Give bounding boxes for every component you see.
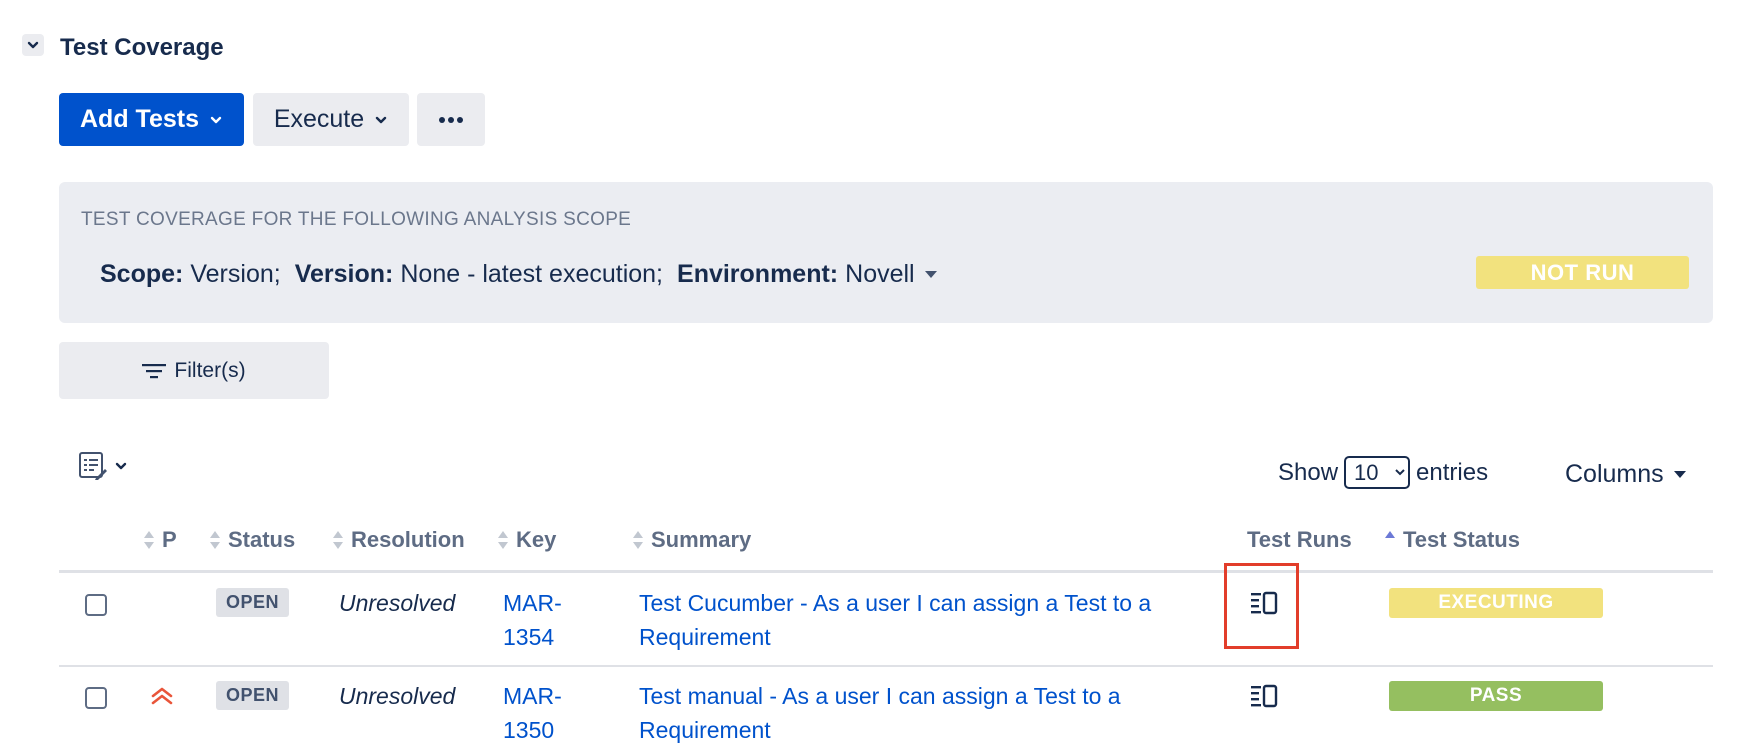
sort-icon [633, 531, 643, 549]
sort-ascending-icon [1385, 531, 1395, 538]
more-icon [439, 116, 463, 123]
filter-icon [142, 363, 167, 378]
column-header-key[interactable]: Key [497, 527, 556, 553]
caret-down-icon [1673, 471, 1686, 478]
summary-line: Requirement [639, 717, 771, 743]
column-header-test-runs: Test Runs [1247, 527, 1352, 553]
issue-key-part: MAR- [503, 683, 562, 709]
entries-label: entries [1416, 458, 1489, 486]
show-label: Show [1278, 458, 1339, 486]
column-header-status[interactable]: Status [209, 527, 295, 553]
scope-value: Version; [190, 260, 281, 288]
columns-label: Columns [1565, 460, 1664, 488]
scope-summary: Scope: Version; Version: None - latest e… [100, 260, 937, 289]
columns-button[interactable]: Columns [1565, 460, 1686, 489]
highest-priority-icon [151, 687, 173, 705]
chevron-down-icon [210, 116, 222, 123]
header-label: Status [228, 527, 296, 552]
summary-line: Requirement [639, 624, 771, 650]
issue-key-part: 1350 [503, 717, 555, 743]
row-checkbox[interactable] [85, 687, 107, 709]
header-divider [59, 570, 1713, 573]
environment-value: Novell [845, 260, 915, 288]
issue-key-part: MAR- [503, 590, 562, 616]
execute-button[interactable]: Execute [253, 93, 409, 146]
environment-label: Environment: [677, 260, 839, 288]
table-view-menu[interactable] [78, 451, 128, 481]
scope-label: Scope: [100, 260, 184, 288]
test-runs-icon[interactable] [1250, 683, 1280, 709]
section-collapse-toggle[interactable] [22, 34, 44, 56]
version-value: None - latest execution; [400, 260, 664, 288]
sort-icon [333, 531, 343, 549]
issue-key-link[interactable]: MAR- 1354 [503, 586, 583, 654]
header-label: Resolution [351, 527, 465, 552]
add-tests-button[interactable]: Add Tests [59, 93, 244, 146]
test-status-badge: PASS [1389, 681, 1603, 711]
header-label: Test Status [1403, 527, 1520, 552]
list-edit-icon [79, 452, 107, 480]
column-header-test-status[interactable]: Test Status [1384, 527, 1520, 553]
summary-line: Test manual - As a user I can assign a T… [639, 683, 1121, 709]
header-label: Key [516, 527, 557, 552]
page-size-control: Show 10 entries [1278, 456, 1488, 489]
caret-down-icon [924, 271, 937, 278]
row-divider [59, 665, 1713, 667]
summary-link[interactable]: Test manual - As a user I can assign a T… [639, 679, 1199, 747]
filters-label: Filter(s) [174, 358, 246, 382]
sort-icon [144, 531, 154, 549]
add-tests-label: Add Tests [80, 105, 199, 133]
resolution-value: Unresolved [339, 590, 456, 616]
header-label: Summary [651, 527, 752, 552]
header-label: Test Runs [1247, 527, 1352, 552]
version-label: Version: [294, 260, 394, 288]
chevron-down-icon [27, 41, 39, 49]
section-title: Test Coverage [60, 34, 224, 61]
column-header-summary[interactable]: Summary [632, 527, 751, 553]
column-header-priority[interactable]: P [143, 527, 177, 553]
scope-heading: TEST COVERAGE FOR THE FOLLOWING ANALYSIS… [81, 209, 632, 230]
chevron-down-icon [115, 462, 127, 470]
issue-key-link[interactable]: MAR- 1350 [503, 679, 583, 747]
execute-label: Execute [273, 105, 365, 133]
sort-icon [498, 531, 508, 549]
filters-button[interactable]: Filter(s) [59, 342, 329, 399]
analysis-scope-panel: TEST COVERAGE FOR THE FOLLOWING ANALYSIS… [59, 182, 1713, 323]
highlight-box [1224, 563, 1299, 649]
resolution-value: Unresolved [339, 683, 456, 709]
status-lozenge: OPEN [216, 681, 290, 710]
page-size-select[interactable]: 10 [1344, 456, 1411, 489]
sort-icon [210, 531, 220, 549]
test-status-badge: EXECUTING [1389, 588, 1603, 618]
summary-link[interactable]: Test Cucumber - As a user I can assign a… [639, 586, 1199, 654]
chevron-down-icon [375, 116, 387, 123]
environment-dropdown[interactable]: Novell [845, 260, 937, 289]
issue-key-part: 1354 [503, 624, 555, 650]
summary-line: Test Cucumber - As a user I can assign a… [639, 590, 1152, 616]
status-lozenge: OPEN [216, 588, 290, 617]
row-checkbox[interactable] [85, 594, 107, 616]
column-header-resolution[interactable]: Resolution [332, 527, 465, 553]
more-actions-button[interactable] [417, 93, 485, 146]
header-label: P [162, 527, 177, 552]
overall-status-badge: NOT RUN [1476, 256, 1689, 289]
